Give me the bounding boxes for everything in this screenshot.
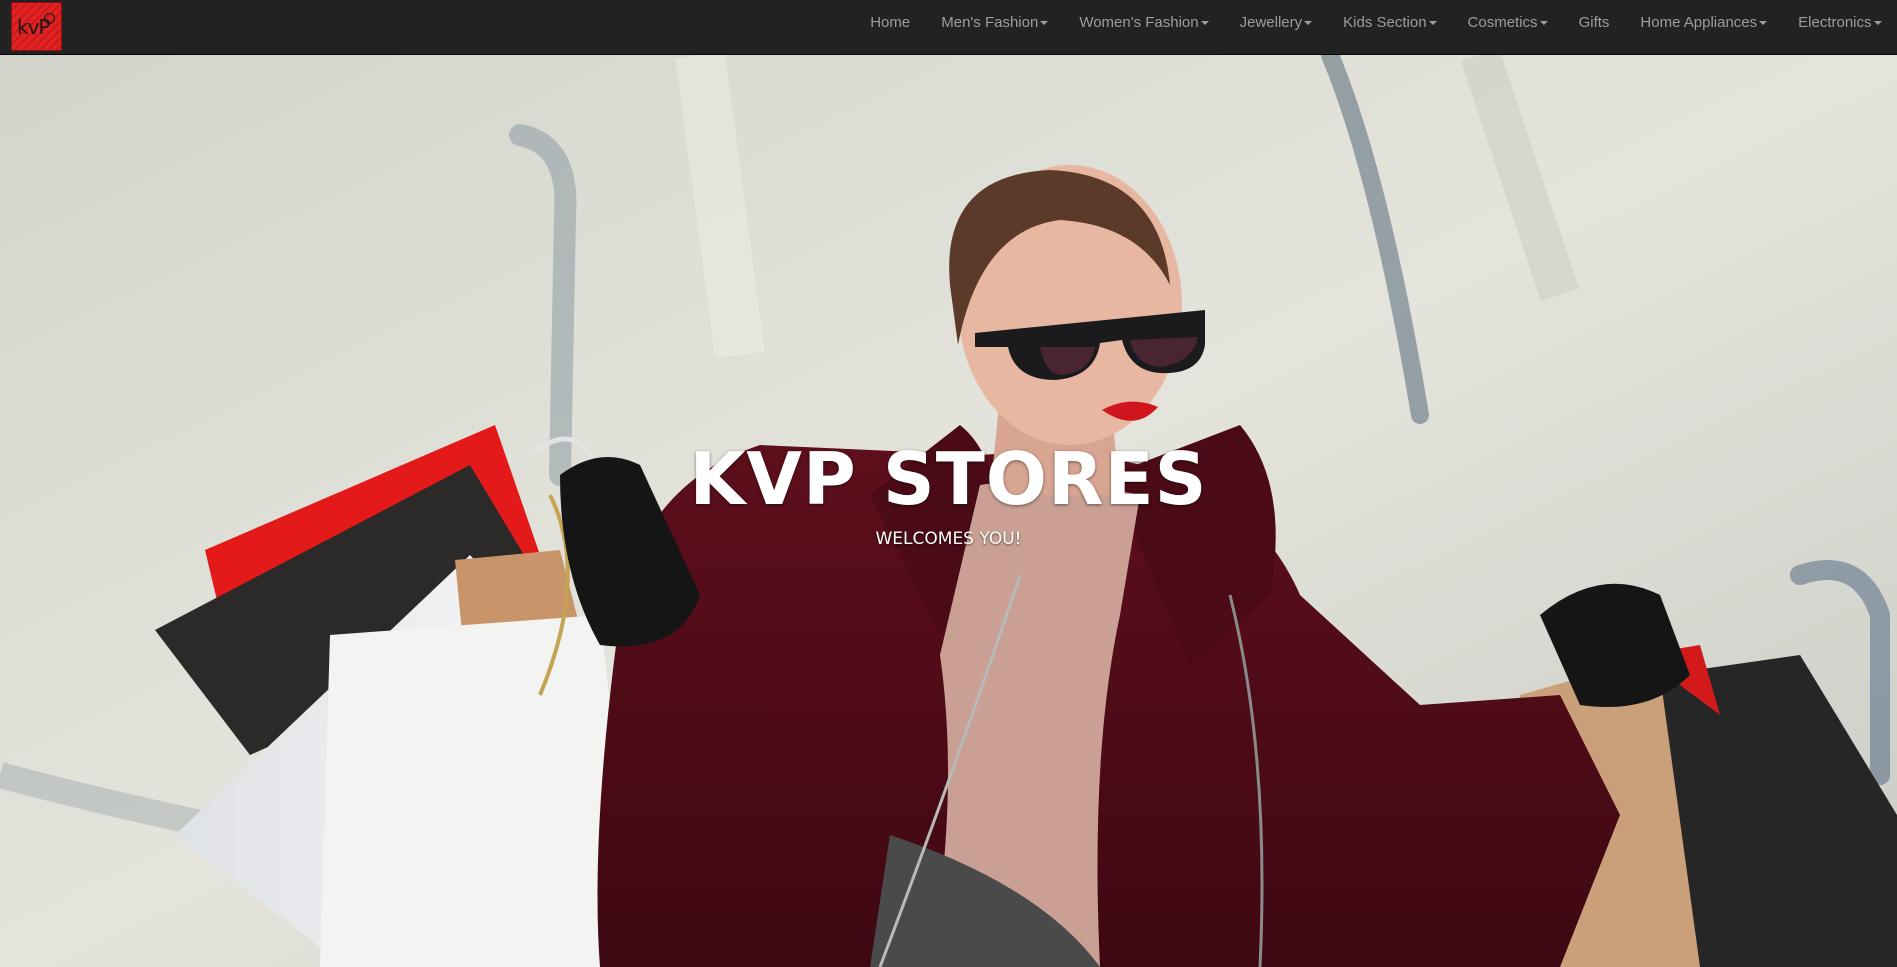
nav-item-label: Kids Section bbox=[1343, 14, 1427, 31]
nav-item-label: Home bbox=[870, 14, 911, 31]
logo-ring-mark bbox=[44, 13, 55, 24]
hero-carousel: KVP STORES WELCOMES YOU! bbox=[0, 55, 1897, 967]
nav-item-label: Jewellery bbox=[1239, 14, 1303, 31]
nav-item-home[interactable]: Home bbox=[855, 0, 926, 45]
nav-item-label: Electronics bbox=[1798, 14, 1872, 31]
nav-item-label: Cosmetics bbox=[1467, 14, 1538, 31]
nav-item-cosmetics[interactable]: Cosmetics bbox=[1452, 0, 1563, 45]
nav-item-gifts[interactable]: Gifts bbox=[1563, 0, 1625, 45]
caret-down-icon bbox=[1539, 20, 1548, 25]
nav-item-jewellery[interactable]: Jewellery bbox=[1224, 0, 1328, 45]
top-navbar: kvP Home Men's Fashion Women's Fashion J… bbox=[0, 0, 1897, 55]
nav-item-electronics[interactable]: Electronics bbox=[1783, 0, 1897, 45]
caret-down-icon bbox=[1304, 20, 1313, 25]
nav-item-mens-fashion[interactable]: Men's Fashion bbox=[926, 0, 1064, 45]
nav-item-kids-section[interactable]: Kids Section bbox=[1328, 0, 1452, 45]
hero-caption: KVP STORES WELCOMES YOU! bbox=[0, 439, 1897, 549]
caret-down-icon bbox=[1759, 20, 1768, 25]
hero-subtitle: WELCOMES YOU! bbox=[875, 529, 1022, 549]
kvp-logo-icon[interactable]: kvP bbox=[11, 2, 62, 51]
hero-title: KVP STORES bbox=[689, 437, 1208, 521]
nav-item-label: Gifts bbox=[1578, 14, 1610, 31]
nav-item-label: Women's Fashion bbox=[1079, 14, 1199, 31]
nav-item-label: Men's Fashion bbox=[941, 14, 1039, 31]
caret-down-icon bbox=[1873, 20, 1882, 25]
nav-item-womens-fashion[interactable]: Women's Fashion bbox=[1064, 0, 1224, 45]
nav-item-home-appliances[interactable]: Home Appliances bbox=[1625, 0, 1783, 45]
caret-down-icon bbox=[1040, 20, 1049, 25]
caret-down-icon bbox=[1200, 20, 1209, 25]
nav-item-label: Home Appliances bbox=[1640, 14, 1758, 31]
caret-down-icon bbox=[1428, 20, 1437, 25]
main-nav: Home Men's Fashion Women's Fashion Jewel… bbox=[855, 0, 1897, 45]
